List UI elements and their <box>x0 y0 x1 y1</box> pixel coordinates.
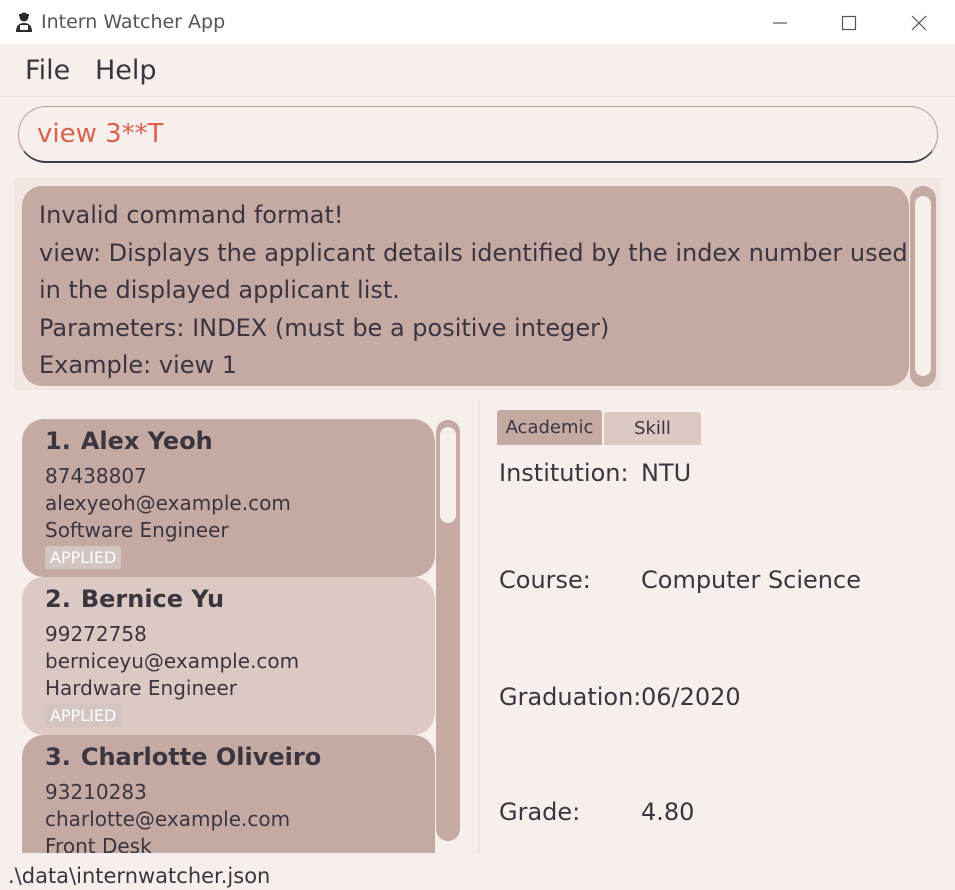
maximize-button[interactable] <box>829 8 869 38</box>
applicant-email: charlotte@example.com <box>45 807 291 831</box>
status-badge: APPLIED <box>45 704 122 727</box>
course-value: Computer Science <box>641 566 861 594</box>
grade-label: Grade: <box>499 798 581 826</box>
applicant-phone: 93210283 <box>45 780 147 804</box>
applicant-role: Software Engineer <box>45 518 229 542</box>
close-icon <box>911 15 927 31</box>
applicant-phone: 87438807 <box>45 464 147 488</box>
minimize-button[interactable] <box>760 8 800 38</box>
tab-skill[interactable]: Skill <box>604 412 701 445</box>
menu-file[interactable]: File <box>25 55 70 86</box>
course-label: Course: <box>499 566 591 594</box>
list-scrollbar[interactable] <box>436 420 460 841</box>
applicant-role: Hardware Engineer <box>45 676 237 700</box>
graduation-label: Graduation: <box>499 683 642 711</box>
title-bar: Intern Watcher App <box>0 0 955 45</box>
command-input[interactable] <box>37 119 897 149</box>
app-logo-icon <box>14 11 34 33</box>
institution-label: Institution: <box>499 459 629 487</box>
applicant-email: berniceyu@example.com <box>45 649 300 673</box>
status-bar: .\data\internwatcher.json <box>0 853 955 890</box>
data-file-path: .\data\internwatcher.json <box>8 864 271 888</box>
applicant-name-row: 1. Alex Yeoh <box>45 427 412 463</box>
close-button[interactable] <box>899 8 939 38</box>
applicant-phone: 99272758 <box>45 622 147 646</box>
menu-bar: File Help <box>0 45 955 97</box>
applicant-role: Front Desk <box>45 834 152 853</box>
applicant-index: 1. <box>45 427 71 455</box>
applicant-card[interactable]: 1. Alex Yeoh 87438807 alexyeoh@example.co… <box>22 419 435 577</box>
applicant-name-row: 2. Bernice Yu <box>45 585 412 621</box>
result-scrollbar[interactable] <box>910 186 936 387</box>
window-title: Intern Watcher App <box>41 11 226 33</box>
result-line: Invalid command format! <box>39 201 344 229</box>
result-line: Example: view 1 <box>39 351 237 379</box>
applicant-detail-panel: Academic Skill Institution: NTU Course: … <box>478 400 955 853</box>
command-box[interactable] <box>18 106 938 163</box>
applicant-index: 2. <box>45 585 71 613</box>
applicant-index: 3. <box>45 743 71 771</box>
menu-help[interactable]: Help <box>95 55 157 86</box>
applicant-name: Charlotte Oliveiro <box>80 743 322 771</box>
applicant-card[interactable]: 2. Bernice Yu 99272758 berniceyu@example.… <box>22 577 435 735</box>
graduation-value: 06/2020 <box>641 683 741 711</box>
applicant-name: Alex Yeoh <box>80 427 213 455</box>
result-display-area: Invalid command format! view: Displays t… <box>14 178 940 390</box>
applicant-name: Bernice Yu <box>80 585 225 613</box>
list-scrollbar-thumb[interactable] <box>440 427 456 523</box>
maximize-icon <box>841 15 857 31</box>
applicant-list: 1. Alex Yeoh 87438807 alexyeoh@example.co… <box>0 400 475 853</box>
result-display: Invalid command format! view: Displays t… <box>22 186 909 386</box>
applicant-card[interactable]: 3. Charlotte Oliveiro 93210283 charlotte@… <box>22 735 435 853</box>
status-badge: APPLIED <box>45 546 122 569</box>
institution-value: NTU <box>641 459 692 487</box>
tab-academic[interactable]: Academic <box>497 410 602 445</box>
command-area <box>0 97 955 173</box>
applicant-email: alexyeoh@example.com <box>45 491 291 515</box>
result-line: Parameters: INDEX (must be a positive in… <box>39 313 610 342</box>
grade-value: 4.80 <box>641 798 695 826</box>
result-line: in the displayed applicant list. <box>39 276 400 304</box>
result-scrollbar-thumb[interactable] <box>915 196 931 376</box>
minimize-icon <box>773 22 787 24</box>
applicant-name-row: 3. Charlotte Oliveiro <box>45 743 412 779</box>
result-line: view: Displays the applicant details ide… <box>39 238 908 267</box>
